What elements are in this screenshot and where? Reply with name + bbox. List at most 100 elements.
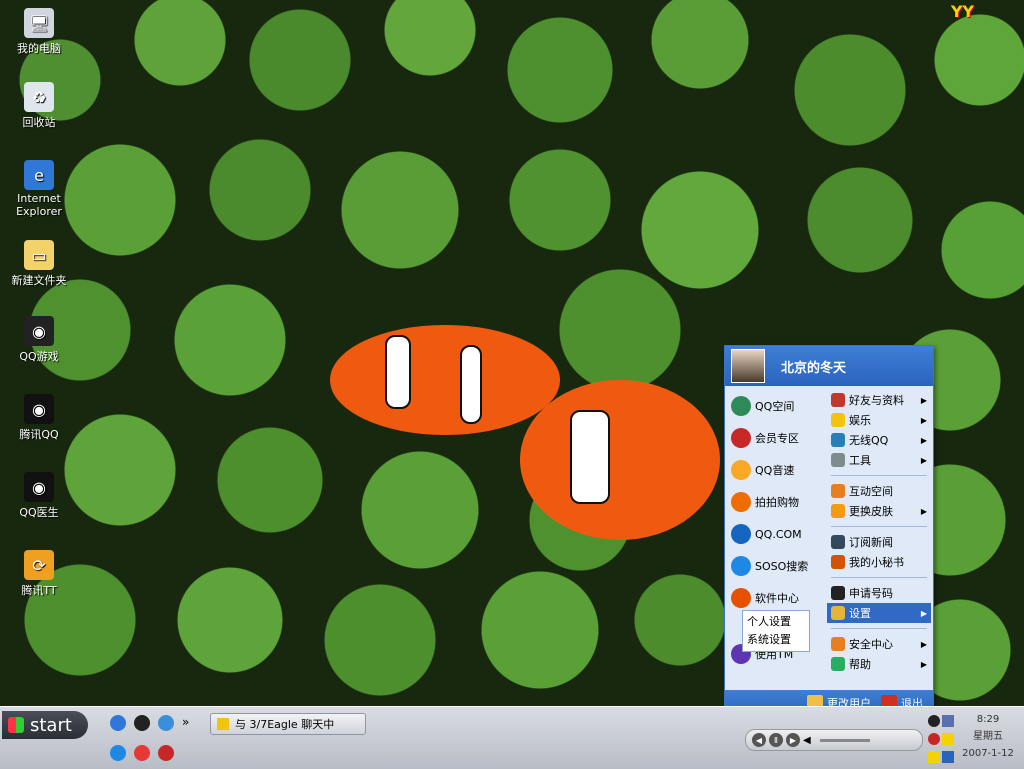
menu-item-label: 帮助 bbox=[849, 658, 871, 671]
qq-menu-item-label: QQ音速 bbox=[755, 464, 795, 477]
menu-item-label: 安全中心 bbox=[849, 638, 893, 651]
network-icon[interactable] bbox=[942, 715, 954, 727]
taskbar-button-label: 与 3/7Eagle 聊天中 bbox=[235, 718, 335, 731]
windows-flag-icon bbox=[8, 717, 24, 733]
qq-game-icon: ◉ bbox=[24, 316, 54, 346]
menu-item-entertainment[interactable]: 娱乐 ▶ bbox=[827, 410, 931, 430]
qq-menu-item-paipai[interactable]: 拍拍购物 bbox=[725, 486, 825, 518]
menu-item-interactive-space[interactable]: 互动空间 bbox=[827, 481, 931, 501]
menu-separator bbox=[831, 475, 927, 476]
submenu-arrow-icon: ▶ bbox=[920, 395, 927, 405]
media-player-icon[interactable] bbox=[158, 745, 174, 761]
menu-separator bbox=[831, 526, 927, 527]
qq-menu-item-vip[interactable]: 会员专区 bbox=[725, 422, 825, 454]
fish-stripe bbox=[385, 335, 411, 409]
tray-icons bbox=[928, 715, 956, 763]
fish-stripe bbox=[570, 410, 610, 504]
clownfish-1 bbox=[330, 325, 560, 435]
alert-icon[interactable] bbox=[928, 751, 940, 763]
desktop-icon-new-folder[interactable]: ▭ 新建文件夹 bbox=[4, 240, 74, 288]
menu-item-label: 订阅新闻 bbox=[849, 536, 893, 549]
qq-main-menu: 北京的冬天 QQ空间 会员专区 QQ音速 拍拍购物 QQ.COM SOSO搜索 … bbox=[724, 345, 934, 717]
taskbar: start » 与 3/7Eagle 聊天中 ◀ Ⅱ ▶ ◀ 8:29 星期五 … bbox=[0, 706, 1024, 769]
qq-menu-item-qq-speed[interactable]: QQ音速 bbox=[725, 454, 825, 486]
skin-icon bbox=[831, 504, 845, 518]
qq-menu-item-qqcom[interactable]: QQ.COM bbox=[725, 518, 825, 550]
desktop-icon-label: 回收站 bbox=[22, 116, 56, 129]
desktop-icon-label: Internet Explorer bbox=[16, 192, 62, 218]
shop-icon bbox=[731, 492, 751, 512]
qq-doctor-icon: ◉ bbox=[24, 472, 54, 502]
menu-item-apply-number[interactable]: 申请号码 bbox=[827, 583, 931, 603]
security-tray-icon[interactable] bbox=[942, 751, 954, 763]
desktop-icon-qq-doctor[interactable]: ◉ QQ医生 bbox=[4, 472, 74, 520]
start-label: start bbox=[30, 714, 72, 736]
system-clock[interactable]: 8:29 星期五 2007-1-12 bbox=[958, 711, 1018, 762]
qq-menu-item-label: 软件中心 bbox=[755, 592, 799, 605]
qq-menu-item-qzone[interactable]: QQ空间 bbox=[725, 390, 825, 422]
quick-launch-more-button[interactable]: » bbox=[182, 715, 189, 731]
desktop-icon-label: QQ医生 bbox=[19, 506, 59, 519]
qzone-icon bbox=[731, 396, 751, 416]
clownfish-2 bbox=[520, 380, 720, 540]
secretary-icon bbox=[831, 555, 845, 569]
shield-icon bbox=[831, 637, 845, 651]
desktop-icon-recycle-bin[interactable]: ♻ 回收站 bbox=[4, 82, 74, 130]
menu-item-label: 申请号码 bbox=[849, 587, 893, 600]
chat-icon bbox=[217, 718, 229, 730]
desktop-icon-tencent-qq[interactable]: ◉ 腾讯QQ bbox=[4, 394, 74, 442]
submenu-arrow-icon: ▶ bbox=[920, 435, 927, 445]
qq-menu-item-label: 会员专区 bbox=[755, 432, 799, 445]
ie-icon: e bbox=[24, 160, 54, 190]
volume-slider[interactable] bbox=[819, 738, 870, 742]
taskbar-button-chat[interactable]: 与 3/7Eagle 聊天中 bbox=[210, 713, 366, 735]
desktop-icon-label: 腾讯QQ bbox=[19, 428, 59, 441]
menu-item-change-skin[interactable]: 更换皮肤 ▶ bbox=[827, 501, 931, 521]
friends-icon bbox=[831, 393, 845, 407]
menu-item-security-center[interactable]: 安全中心 ▶ bbox=[827, 634, 931, 654]
pause-icon[interactable]: Ⅱ bbox=[769, 733, 783, 747]
submenu-item-system-settings[interactable]: 系统设置 bbox=[743, 631, 809, 649]
qq-menu-item-soso[interactable]: SOSO搜索 bbox=[725, 550, 825, 582]
start-button[interactable]: start bbox=[2, 711, 88, 739]
messenger-icon[interactable] bbox=[110, 745, 126, 761]
menu-item-help[interactable]: 帮助 ▶ bbox=[827, 654, 931, 674]
menu-item-label: 无线QQ bbox=[849, 434, 889, 447]
previous-icon[interactable]: ◀ bbox=[752, 733, 766, 747]
settings-submenu: 个人设置 系统设置 bbox=[742, 610, 810, 652]
desktop-icon-internet-explorer[interactable]: e Internet Explorer bbox=[4, 160, 74, 218]
ie-icon[interactable] bbox=[110, 715, 126, 731]
submenu-item-personal-settings[interactable]: 个人设置 bbox=[743, 613, 809, 631]
menu-item-friends-profile[interactable]: 好友与资料 ▶ bbox=[827, 390, 931, 410]
next-icon[interactable]: ▶ bbox=[786, 733, 800, 747]
submenu-arrow-icon: ▶ bbox=[920, 455, 927, 465]
volume-icon: ◀ bbox=[803, 734, 811, 746]
tt-browser-icon[interactable] bbox=[158, 715, 174, 731]
menu-item-wireless-qq[interactable]: 无线QQ ▶ bbox=[827, 430, 931, 450]
menu-item-settings[interactable]: 设置 ▶ bbox=[827, 603, 931, 623]
desktop-icon-tencent-tt[interactable]: ⟳ 腾讯TT bbox=[4, 550, 74, 598]
clock-date: 2007-1-12 bbox=[962, 748, 1014, 759]
tt-browser-icon: ⟳ bbox=[24, 550, 54, 580]
submenu-arrow-icon: ▶ bbox=[920, 608, 927, 618]
menu-item-tools[interactable]: 工具 ▶ bbox=[827, 450, 931, 470]
space-icon bbox=[831, 484, 845, 498]
menu-item-my-secretary[interactable]: 我的小秘书 bbox=[827, 552, 931, 572]
desktop-icon-qq-game[interactable]: ◉ QQ游戏 bbox=[4, 316, 74, 364]
menu-separator bbox=[831, 628, 927, 629]
antivirus-icon[interactable] bbox=[928, 733, 940, 745]
news-icon bbox=[831, 535, 845, 549]
submenu-arrow-icon: ▶ bbox=[920, 659, 927, 669]
media-player-controls: ◀ Ⅱ ▶ ◀ bbox=[745, 729, 923, 751]
menu-item-label: 娱乐 bbox=[849, 414, 871, 427]
settings-icon bbox=[831, 606, 845, 620]
taobao-icon[interactable] bbox=[134, 745, 150, 761]
clock-time: 8:29 bbox=[976, 714, 1000, 725]
desktop-icon-my-computer[interactable]: 🖥 我的电脑 bbox=[4, 8, 74, 56]
menu-item-subscribe-news[interactable]: 订阅新闻 bbox=[827, 532, 931, 552]
warning-icon[interactable] bbox=[942, 733, 954, 745]
qq-tray-icon[interactable] bbox=[928, 715, 940, 727]
submenu-arrow-icon: ▶ bbox=[920, 415, 927, 425]
avatar[interactable] bbox=[731, 349, 765, 383]
qq-icon[interactable] bbox=[134, 715, 150, 731]
